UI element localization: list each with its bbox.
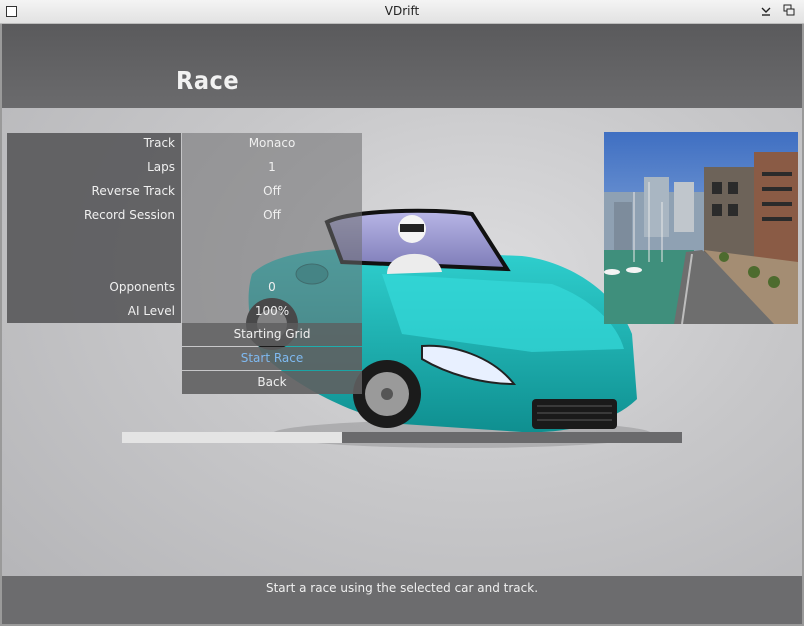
header-bar: Race xyxy=(2,24,802,108)
back-button[interactable]: Back xyxy=(182,371,362,394)
game-viewport: Race Track Laps Reverse Track Record Ses… xyxy=(2,24,802,624)
window-title-bar: VDrift xyxy=(0,0,804,24)
start-race-button[interactable]: Start Race xyxy=(182,347,362,370)
setting-label-track: Track xyxy=(143,136,175,150)
status-bar: Start a race using the selected car and … xyxy=(2,576,802,624)
loading-progress-bar xyxy=(122,432,682,443)
settings-labels-panel: Track Laps Reverse Track Record Session … xyxy=(7,133,181,323)
settings-values-panel: Monaco 1 Off Off 0 100% xyxy=(182,133,362,323)
setting-value-laps[interactable]: 1 xyxy=(182,157,362,181)
setting-label-opponents: Opponents xyxy=(109,280,175,294)
minimize-icon[interactable] xyxy=(758,4,774,20)
setting-value-record-session[interactable]: Off xyxy=(182,205,362,229)
setting-value-ai-level[interactable]: 100% xyxy=(182,301,362,325)
setting-value-reverse-track[interactable]: Off xyxy=(182,181,362,205)
restore-icon[interactable] xyxy=(781,4,797,20)
setting-label-record-session: Record Session xyxy=(83,208,175,222)
status-text: Start a race using the selected car and … xyxy=(265,581,539,595)
starting-grid-button[interactable]: Starting Grid xyxy=(182,323,362,346)
setting-label-ai-level: AI Level xyxy=(127,304,175,318)
setting-label-laps: Laps xyxy=(147,160,175,174)
setting-value-track[interactable]: Monaco xyxy=(182,133,362,157)
setting-value-empty-2 xyxy=(182,253,362,277)
window-title: VDrift xyxy=(384,4,420,18)
page-title: Race xyxy=(176,66,240,95)
setting-label-reverse-track: Reverse Track xyxy=(91,184,175,198)
setting-value-empty-1 xyxy=(182,229,362,253)
loading-progress-fill xyxy=(122,432,343,443)
setting-value-opponents[interactable]: 0 xyxy=(182,277,362,301)
race-menu: Starting Grid Start Race Back xyxy=(182,323,362,395)
track-preview-image xyxy=(604,132,798,324)
